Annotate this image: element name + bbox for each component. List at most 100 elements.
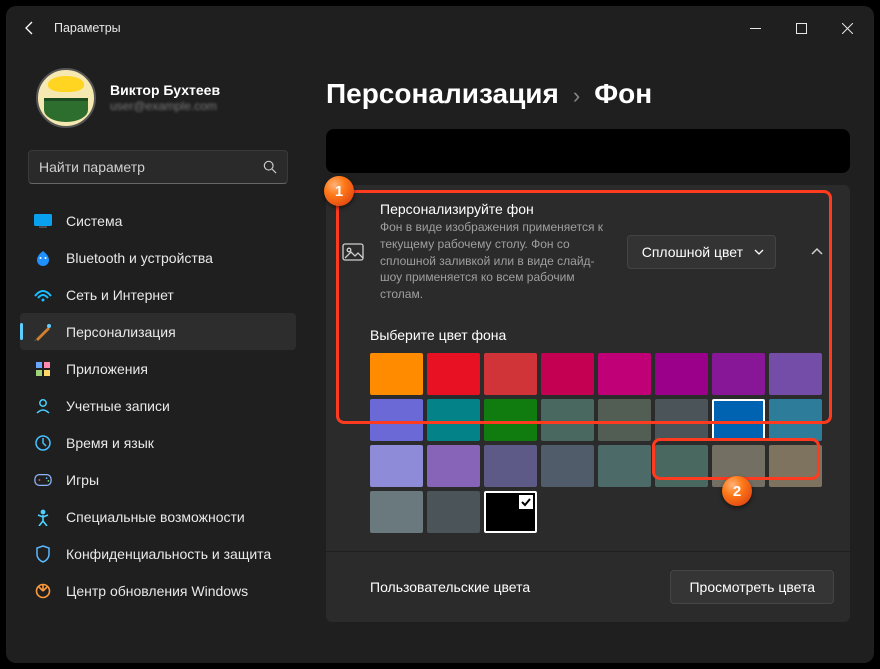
back-button[interactable] (10, 8, 50, 48)
arrow-left-icon (22, 20, 38, 36)
color-swatch[interactable] (541, 399, 594, 441)
user-meta: Виктор Бухтеев user@example.com (110, 82, 220, 115)
sidebar-item-label: Конфиденциальность и защита (66, 546, 271, 562)
sidebar-item[interactable]: Специальные возможности (20, 498, 296, 535)
card-description: Фон в виде изображения применяется к тек… (380, 219, 610, 303)
nav-icon (34, 249, 52, 267)
user-name: Виктор Бухтеев (110, 82, 220, 100)
main-content: Персонализация › Фон Персонализируйте фо… (310, 50, 874, 663)
color-swatch[interactable] (655, 445, 708, 487)
color-swatch[interactable] (655, 399, 708, 441)
card-text: Персонализируйте фон Фон в виде изображе… (380, 201, 610, 303)
sidebar-item-label: Центр обновления Windows (66, 583, 248, 599)
nav-icon (34, 434, 52, 452)
sidebar-item-label: Персонализация (66, 324, 176, 340)
card-title: Персонализируйте фон (380, 201, 610, 217)
color-swatch[interactable] (484, 353, 537, 395)
nav-icon (34, 212, 52, 230)
card-header: Персонализируйте фон Фон в виде изображе… (326, 185, 850, 319)
page-title: Фон (594, 78, 652, 110)
color-swatch[interactable] (370, 353, 423, 395)
color-swatch[interactable] (484, 445, 537, 487)
sidebar-item[interactable]: Сеть и Интернет (20, 276, 296, 313)
sidebar-item-label: Система (66, 213, 122, 229)
view-colors-button[interactable]: Просмотреть цвета (670, 570, 834, 604)
sidebar-item-label: Время и язык (66, 435, 154, 451)
color-swatch[interactable] (712, 353, 765, 395)
nav-icon (34, 323, 52, 341)
color-swatch[interactable] (655, 353, 708, 395)
background-type-dropdown[interactable]: Сплошной цвет (627, 235, 776, 269)
close-button[interactable] (824, 6, 870, 50)
nav-icon (34, 582, 52, 600)
color-swatch[interactable] (370, 491, 423, 533)
sidebar-item[interactable]: Bluetooth и устройства (20, 239, 296, 276)
picture-icon (342, 241, 364, 263)
color-swatch[interactable] (769, 399, 822, 441)
color-swatch[interactable] (598, 399, 651, 441)
color-swatch[interactable] (712, 399, 765, 441)
avatar (36, 68, 96, 128)
color-swatch[interactable] (541, 445, 594, 487)
sidebar-item[interactable]: Конфиденциальность и защита (20, 535, 296, 572)
sidebar-item[interactable]: Система (20, 202, 296, 239)
sidebar-item[interactable]: Персонализация (20, 313, 296, 350)
minimize-icon (750, 23, 761, 34)
color-swatch[interactable] (712, 445, 765, 487)
nav-list: Система Bluetooth и устройства Сеть и Инте… (14, 198, 302, 613)
search-icon (263, 160, 277, 174)
minimize-button[interactable] (732, 6, 778, 50)
color-swatch[interactable] (370, 399, 423, 441)
sidebar: Виктор Бухтеев user@example.com Найти па… (6, 50, 310, 663)
close-icon (842, 23, 853, 34)
color-swatch[interactable] (427, 353, 480, 395)
color-swatch[interactable] (427, 445, 480, 487)
nav-icon (34, 545, 52, 563)
search-placeholder: Найти параметр (39, 159, 263, 175)
personalize-background-card: Персонализируйте фон Фон в виде изображе… (326, 185, 850, 622)
color-swatch[interactable] (598, 353, 651, 395)
sidebar-item-label: Bluetooth и устройства (66, 250, 213, 266)
sidebar-item-label: Учетные записи (66, 398, 170, 414)
nav-icon (34, 360, 52, 378)
sidebar-item[interactable]: Время и язык (20, 424, 296, 461)
sidebar-item[interactable]: Игры (20, 461, 296, 498)
background-preview (326, 129, 850, 173)
color-swatch[interactable] (427, 399, 480, 441)
color-swatch[interactable] (484, 399, 537, 441)
nav-icon (34, 286, 52, 304)
sidebar-item-label: Приложения (66, 361, 148, 377)
custom-colors-label: Пользовательские цвета (370, 579, 530, 595)
sidebar-item-label: Сеть и Интернет (66, 287, 174, 303)
user-card[interactable]: Виктор Бухтеев user@example.com (14, 50, 302, 150)
nav-icon (34, 508, 52, 526)
color-swatch[interactable] (370, 445, 423, 487)
color-swatch[interactable] (484, 491, 537, 533)
breadcrumb-separator: › (573, 83, 580, 111)
color-grid (370, 353, 834, 533)
search-input[interactable]: Найти параметр (28, 150, 288, 184)
sidebar-item[interactable]: Приложения (20, 350, 296, 387)
window-title: Параметры (54, 21, 121, 35)
sidebar-item-label: Игры (66, 472, 99, 488)
collapse-button[interactable] (800, 235, 834, 269)
nav-icon (34, 471, 52, 489)
sidebar-item[interactable]: Учетные записи (20, 387, 296, 424)
color-picker-label: Выберите цвет фона (370, 327, 834, 343)
color-swatch[interactable] (769, 353, 822, 395)
color-swatch[interactable] (427, 491, 480, 533)
maximize-button[interactable] (778, 6, 824, 50)
color-swatch[interactable] (598, 445, 651, 487)
dropdown-value: Сплошной цвет (642, 244, 743, 260)
nav-icon (34, 397, 52, 415)
maximize-icon (796, 23, 807, 34)
color-picker-section: Выберите цвет фона (326, 319, 850, 551)
sidebar-item-label: Специальные возможности (66, 509, 245, 525)
user-email: user@example.com (110, 99, 220, 114)
sidebar-item[interactable]: Центр обновления Windows (20, 572, 296, 609)
color-swatch[interactable] (769, 445, 822, 487)
breadcrumb-root[interactable]: Персонализация (326, 78, 559, 110)
color-swatch[interactable] (541, 353, 594, 395)
titlebar: Параметры (6, 6, 874, 50)
custom-colors-row: Пользовательские цвета Просмотреть цвета (326, 551, 850, 622)
